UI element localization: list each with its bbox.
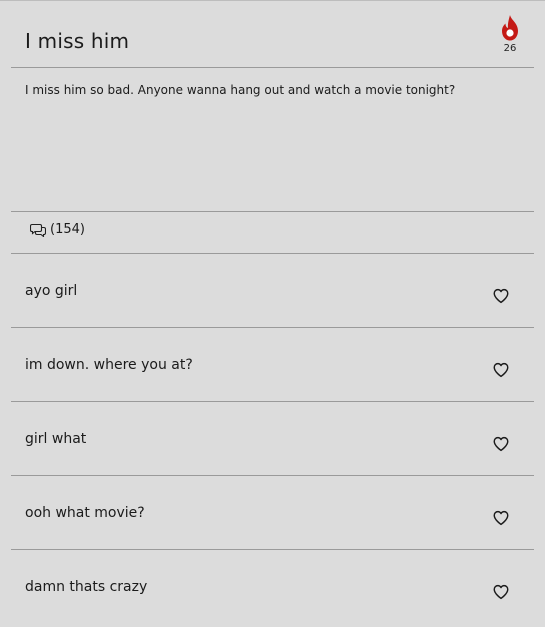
- comment-text: girl what: [25, 431, 87, 447]
- comment-text: ayo girl: [25, 283, 78, 299]
- heart-outline-icon[interactable]: [492, 287, 510, 305]
- speech-bubbles-icon: [30, 223, 46, 237]
- post-page: I miss him 26 I miss him so bad. Anyone …: [0, 0, 545, 627]
- post-body: I miss him so bad. Anyone wanna hang out…: [25, 83, 456, 97]
- post-header: I miss him 26: [0, 1, 545, 67]
- comment-item: damn thats crazy: [11, 550, 534, 623]
- body-divider: [11, 211, 534, 212]
- heart-outline-icon[interactable]: [492, 361, 510, 379]
- comment-count-label: (154): [50, 222, 85, 237]
- comment-text: ooh what movie?: [25, 505, 145, 521]
- heart-outline-icon[interactable]: [492, 583, 510, 601]
- post-title: I miss him: [25, 29, 130, 53]
- comment-text: damn thats crazy: [25, 579, 148, 595]
- heat-score[interactable]: 26: [499, 15, 521, 54]
- comment-item: ooh what movie?: [11, 476, 534, 550]
- comment-text: im down. where you at?: [25, 357, 193, 373]
- flame-icon: [502, 15, 518, 41]
- comment-item: girl what: [11, 402, 534, 476]
- comment-count[interactable]: (154): [30, 222, 85, 237]
- comment-item: ayo girl: [11, 254, 534, 328]
- header-divider: [11, 67, 534, 68]
- heart-outline-icon[interactable]: [492, 435, 510, 453]
- comment-item: im down. where you at?: [11, 328, 534, 402]
- heat-count: 26: [503, 43, 517, 54]
- heart-outline-icon[interactable]: [492, 509, 510, 527]
